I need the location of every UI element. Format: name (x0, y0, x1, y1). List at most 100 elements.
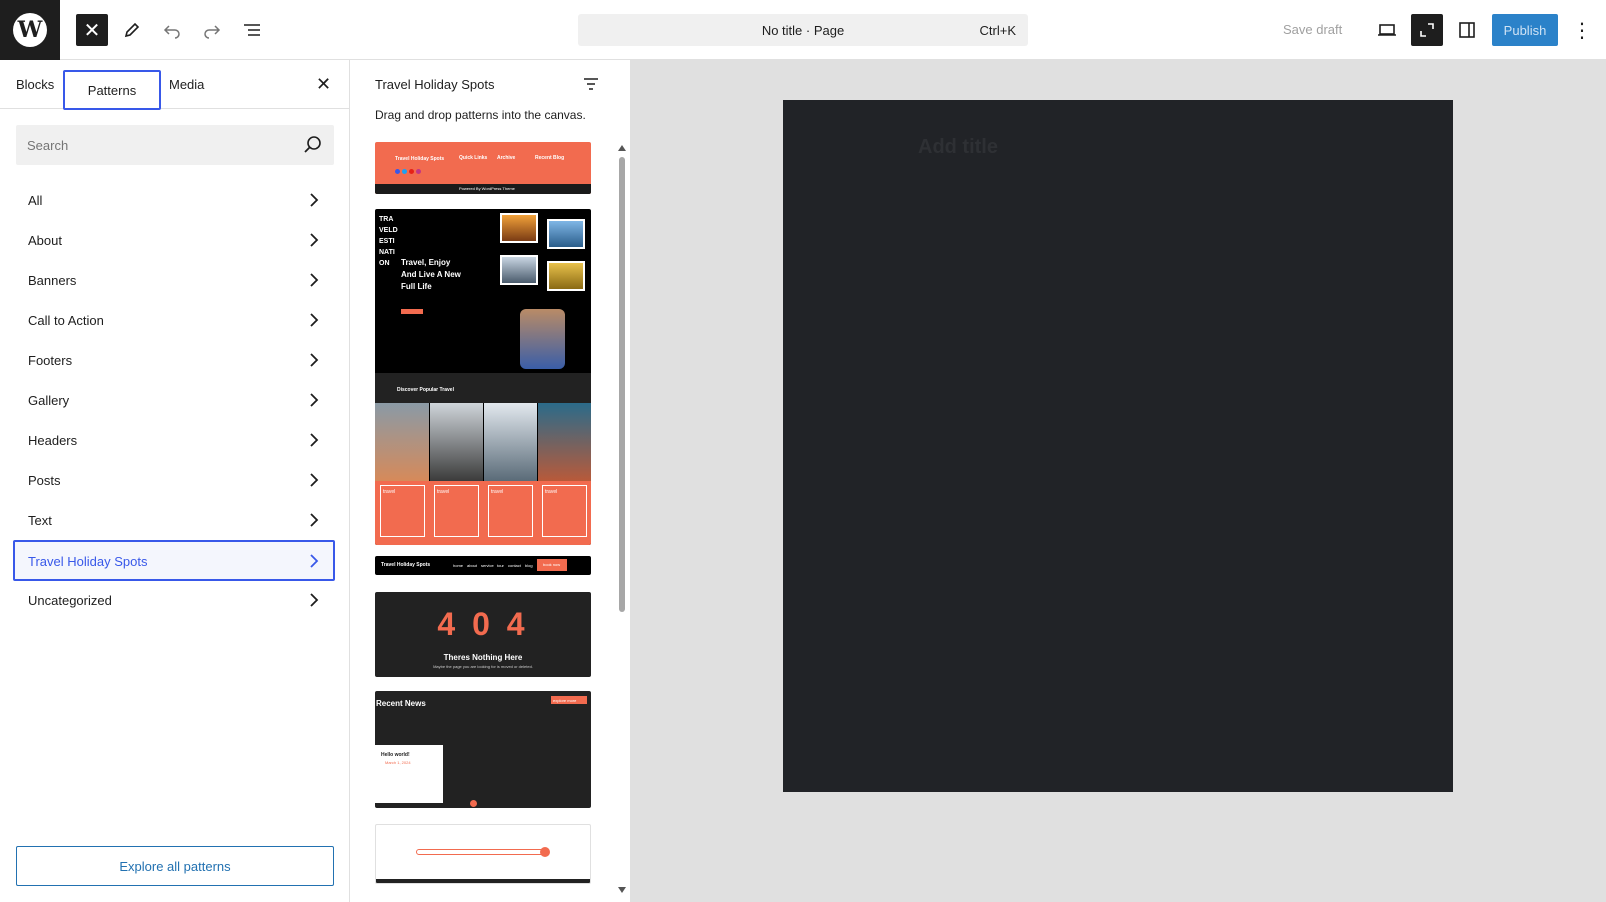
preview-col: Archive (497, 155, 516, 161)
chevron-right-icon (310, 193, 319, 207)
preview-card-label: travel (491, 489, 504, 495)
preview-col: Quick Links (459, 155, 488, 161)
pattern-preview-404[interactable]: 4 0 4 Theres Nothing Here Maybe the page… (375, 592, 591, 677)
category-all[interactable]: All (16, 180, 334, 220)
category-label: Banners (28, 273, 77, 288)
desktop-preview-icon[interactable] (1371, 14, 1403, 46)
preview-vertical-text: TRA VELD ESTI NATI ON (379, 216, 398, 267)
category-posts[interactable]: Posts (16, 460, 334, 500)
preview-headline: Travel, Enjoy And Live A New Full Life (401, 258, 461, 291)
scroll-up-arrow-icon[interactable] (618, 145, 626, 151)
preview-card-label: travel (383, 489, 396, 495)
preview-404-sub: Maybe the page you are looking for is mo… (433, 664, 533, 669)
pattern-preview-footer[interactable]: Travel Holiday Spots Quick Links Archive… (375, 142, 591, 194)
inserter-sidebar: Blocks Patterns Media ✕ Search All About… (0, 60, 350, 902)
search-input[interactable]: Search (16, 125, 334, 165)
publish-button[interactable]: Publish (1492, 14, 1558, 46)
preview-brand: Travel Holiday Spots (381, 562, 431, 568)
document-title: No title · Page (761, 22, 845, 38)
preview-traveler-image (520, 309, 565, 369)
preview-section-title: Discover Popular Travel (397, 387, 454, 393)
close-inserter-icon[interactable]: ✕ (76, 14, 108, 46)
chevron-right-icon (310, 593, 319, 607)
chevron-right-icon (310, 473, 319, 487)
editor-header: W ✕ No title · Page Ctrl+K Save draft Pu… (0, 0, 1606, 60)
category-headers[interactable]: Headers (16, 420, 334, 460)
chevron-right-icon (310, 393, 319, 407)
preview-nav: home (453, 563, 464, 568)
wordpress-logo-icon[interactable]: W (0, 0, 60, 60)
tab-blocks[interactable]: Blocks (16, 60, 54, 109)
preview-copyright: Powered By WordPress Theme (459, 186, 515, 191)
document-overview-icon[interactable] (236, 14, 268, 46)
category-label: Gallery (28, 393, 70, 408)
category-uncategorized[interactable]: Uncategorized (16, 580, 334, 620)
filter-icon[interactable] (581, 74, 601, 94)
pattern-preview-header[interactable]: Travel Holiday Spots home about service … (375, 556, 591, 575)
pencil-icon[interactable] (116, 14, 148, 46)
command-palette-button[interactable]: No title · Page Ctrl+K (578, 14, 1028, 46)
preview-nav: contact (508, 563, 521, 568)
preview-404-title: Theres Nothing Here (443, 653, 523, 662)
preview-news-cta-label: explore more (553, 698, 577, 703)
social-icons (395, 169, 425, 174)
preview-404-code: 4 0 4 (437, 606, 529, 642)
preview-image (547, 219, 585, 249)
category-text[interactable]: Text (16, 500, 334, 540)
shortcut-hint: Ctrl+K (979, 23, 1016, 38)
category-label: Call to Action (28, 313, 104, 328)
preview-nav: service (481, 563, 494, 568)
search-placeholder: Search (27, 138, 69, 153)
preview-nav: tour (497, 563, 504, 568)
chevron-right-icon (310, 353, 319, 367)
category-label: Posts (28, 473, 61, 488)
pattern-preview-hero[interactable]: TRA VELD ESTI NATI ON Travel, Enjoy And … (375, 209, 591, 545)
chevron-right-icon (310, 554, 319, 568)
chevron-right-icon (310, 313, 319, 327)
preview-image (547, 261, 585, 291)
category-about[interactable]: About (16, 220, 334, 260)
tab-media[interactable]: Media (169, 60, 204, 109)
category-label: Text (28, 513, 52, 528)
add-title-placeholder[interactable]: Add title (918, 136, 998, 159)
fullscreen-icon[interactable] (1411, 14, 1443, 46)
category-gallery[interactable]: Gallery (16, 380, 334, 420)
close-icon[interactable]: ✕ (316, 74, 331, 95)
category-banners[interactable]: Banners (16, 260, 334, 300)
preview-card-label: travel (437, 489, 450, 495)
pattern-preview-slider[interactable] (375, 824, 591, 884)
category-label: Travel Holiday Spots (28, 554, 148, 569)
page-canvas[interactable]: Add title (783, 100, 1453, 792)
category-label: All (28, 193, 43, 208)
pattern-category-panel: Travel Holiday Spots Drag and drop patte… (351, 60, 631, 902)
preview-image (500, 213, 538, 243)
chevron-right-icon (310, 273, 319, 287)
tab-patterns[interactable]: Patterns (63, 70, 161, 110)
settings-sidebar-icon[interactable] (1451, 14, 1483, 46)
scroll-down-arrow-icon[interactable] (618, 887, 626, 893)
inserter-tabs: Blocks Patterns Media ✕ (0, 60, 350, 110)
redo-icon[interactable] (196, 14, 228, 46)
pattern-category-title: Travel Holiday Spots (375, 77, 495, 92)
editor-canvas-area: Add title (631, 60, 1606, 902)
pattern-panel-scrollbar[interactable] (618, 145, 626, 895)
preview-col: Recent Blog (535, 155, 565, 161)
category-call-to-action[interactable]: Call to Action (16, 300, 334, 340)
scrollbar-thumb[interactable] (619, 157, 625, 612)
more-options-icon[interactable]: ⋮ (1566, 14, 1598, 46)
category-label: About (28, 233, 62, 248)
preview-nav: about (467, 563, 478, 568)
chevron-right-icon (310, 513, 319, 527)
category-label: Headers (28, 433, 78, 448)
preview-news-card-date: March 1, 2024 (385, 760, 411, 765)
save-draft-button[interactable]: Save draft (1283, 22, 1342, 37)
preview-news-title: Recent News (376, 699, 426, 708)
undo-icon[interactable] (156, 14, 188, 46)
preview-brand: Travel Holiday Spots (395, 156, 445, 162)
category-footers[interactable]: Footers (16, 340, 334, 380)
category-label: Footers (28, 353, 73, 368)
category-travel-holiday-spots[interactable]: Travel Holiday Spots (13, 540, 335, 581)
pattern-preview-news[interactable]: Recent News explore more Hello world! Ma… (375, 691, 591, 808)
pattern-panel-description: Drag and drop patterns into the canvas. (375, 108, 586, 122)
explore-all-patterns-button[interactable]: Explore all patterns (16, 846, 334, 886)
